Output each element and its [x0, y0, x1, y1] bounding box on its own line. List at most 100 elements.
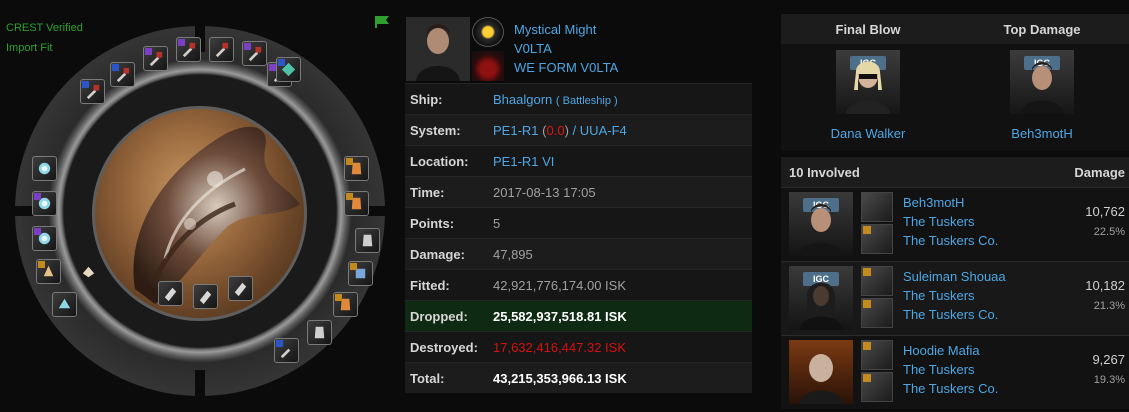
time-label: Time: [410, 184, 445, 200]
rig-icon [199, 290, 212, 305]
final-blow-portrait[interactable]: IGC [836, 50, 900, 114]
attacker-portrait[interactable]: IGC [789, 192, 853, 256]
involved-panel: Final Blow Top Damage IGC Dana Walker IG… [781, 14, 1129, 409]
involved-row: IGC Beh3motH The Tuskers The Tuskers Co.… [781, 187, 1129, 261]
weapon-module-icon[interactable] [861, 372, 893, 402]
top-damage-name-link[interactable]: Beh3motH [1011, 126, 1072, 141]
attacker-alliance-link[interactable]: The Tuskers Co. [903, 307, 998, 322]
kill-details: Mystical Might V0LTA WE FORM V0LTA Ship:… [405, 14, 752, 393]
attacker-corp-link[interactable]: The Tuskers [903, 288, 975, 303]
dropped-value: 25,582,937,518.81 ISK [493, 308, 627, 324]
character-portrait-icon [799, 354, 843, 404]
involved-row: Hoodie Mafia The Tuskers The Tuskers Co.… [781, 335, 1129, 409]
corporation-logo[interactable] [472, 16, 504, 47]
character-portrait-icon [1020, 62, 1064, 114]
rig-slot-2[interactable] [193, 284, 218, 309]
ship-icon[interactable] [861, 340, 893, 370]
victim-names: Mystical Might V0LTA WE FORM V0LTA [514, 20, 618, 77]
alliance-logo[interactable] [472, 50, 504, 81]
weapon-module-icon[interactable] [861, 224, 893, 254]
attacker-alliance-link[interactable]: The Tuskers Co. [903, 381, 998, 396]
total-label: Total: [410, 370, 445, 386]
high-slot-2[interactable] [110, 62, 135, 87]
total-value: 43,215,353,966.13 ISK [493, 370, 627, 386]
victim-corporation-link[interactable]: V0LTA [514, 41, 552, 56]
final-blow-cell: IGC Dana Walker [781, 44, 955, 151]
low-slot-2[interactable] [344, 191, 369, 216]
damage-percent: 21.3% [1093, 300, 1125, 312]
high-slot-8[interactable] [276, 57, 301, 82]
mid-slot-2[interactable] [32, 191, 57, 216]
attacker-alliance-link[interactable]: The Tuskers Co. [903, 233, 998, 248]
attacker-portrait[interactable] [789, 340, 853, 404]
low-slot-3[interactable] [355, 228, 380, 253]
rig-icon [234, 282, 247, 297]
attacker-ship-weapon [861, 192, 895, 261]
total-row: Total: 43,215,353,966.13 ISK [405, 362, 752, 393]
ship-icon[interactable] [861, 266, 893, 296]
attacker-name-link[interactable]: Beh3motH [903, 195, 964, 210]
weapon-module-icon[interactable] [861, 298, 893, 328]
attacker-damage: 10,182 21.3% [1085, 276, 1125, 316]
ship-link[interactable]: Bhaalgorn [493, 92, 552, 107]
victim-portrait[interactable] [406, 16, 470, 81]
high-slot-5[interactable] [209, 37, 234, 62]
victim-header: Mystical Might V0LTA WE FORM V0LTA [405, 14, 752, 83]
armor-module-icon [362, 234, 373, 247]
final-blow-header: Final Blow Top Damage [781, 14, 1129, 44]
attacker-ship-weapon [861, 340, 895, 409]
victim-character-link[interactable]: Mystical Might [514, 22, 596, 37]
attacker-name-link[interactable]: Suleiman Shouaa [903, 269, 1006, 284]
ship-icon[interactable] [861, 192, 893, 222]
dropped-label: Dropped: [410, 308, 468, 324]
involved-header: 10 Involved Damage [781, 157, 1129, 187]
low-slot-6[interactable] [307, 320, 332, 345]
victim-alliance-link[interactable]: WE FORM V0LTA [514, 60, 618, 75]
security-status: 0.0 [546, 122, 565, 138]
time-row: Time: 2017-08-13 17:05 [405, 176, 752, 207]
location-link[interactable]: PE1-R1 VI [493, 154, 554, 169]
attacker-portrait[interactable]: IGC [789, 266, 853, 330]
attacker-corp-link[interactable]: The Tuskers [903, 362, 975, 377]
region-link[interactable]: UUA-F4 [580, 123, 627, 138]
time-value: 2017-08-13 17:05 [493, 184, 596, 200]
drone-bay-slot[interactable] [76, 259, 101, 284]
top-damage-portrait[interactable]: IGC [1010, 50, 1074, 114]
ship-class-text[interactable]: Battleship [563, 95, 611, 107]
low-slot-1[interactable] [344, 156, 369, 181]
attacker-name-link[interactable]: Hoodie Mafia [903, 343, 980, 358]
armor-module-icon [314, 326, 325, 339]
victim-logos [472, 16, 506, 81]
high-slot-3[interactable] [143, 46, 168, 71]
involved-count: 10 Involved [789, 164, 860, 180]
rig-slot-1[interactable] [158, 281, 183, 306]
high-slot-6[interactable] [242, 41, 267, 66]
system-link[interactable]: PE1-R1 [493, 123, 539, 138]
attacker-corp-link[interactable]: The Tuskers [903, 214, 975, 229]
final-blow-name-link[interactable]: Dana Walker [831, 126, 906, 141]
low-slot-5[interactable] [333, 292, 358, 317]
mid-slot-5[interactable] [52, 292, 77, 317]
location-row: Location: PE1-R1 VI [405, 145, 752, 176]
final-blow-title: Final Blow [835, 21, 901, 37]
low-slot-4[interactable] [348, 261, 373, 286]
mid-slot-3[interactable] [32, 226, 57, 251]
ship-class[interactable]: ( Battleship ) [556, 95, 618, 107]
fitted-label: Fitted: [410, 277, 450, 293]
points-row: Points: 5 [405, 207, 752, 238]
mid-slot-1[interactable] [32, 156, 57, 181]
fitted-value: 42,921,776,174.00 ISK [493, 277, 627, 293]
high-slot-4[interactable] [176, 37, 201, 62]
attacker-damage: 9,267 19.3% [1092, 350, 1125, 390]
involved-row: IGC Suleiman Shouaa The Tuskers The Tusk… [781, 261, 1129, 335]
low-slot-7[interactable] [274, 338, 299, 363]
top-damage-title: Top Damage [1003, 21, 1081, 37]
rig-slot-3[interactable] [228, 276, 253, 301]
destroyed-label: Destroyed: [410, 339, 478, 355]
high-slot-1[interactable] [80, 79, 105, 104]
shield-module-icon [58, 298, 71, 309]
mid-slot-4[interactable] [36, 259, 61, 284]
final-blow-body: IGC Dana Walker IGC Beh3motH [781, 44, 1129, 151]
system-security: (0.0) [542, 122, 569, 138]
points-label: Points: [410, 215, 455, 231]
